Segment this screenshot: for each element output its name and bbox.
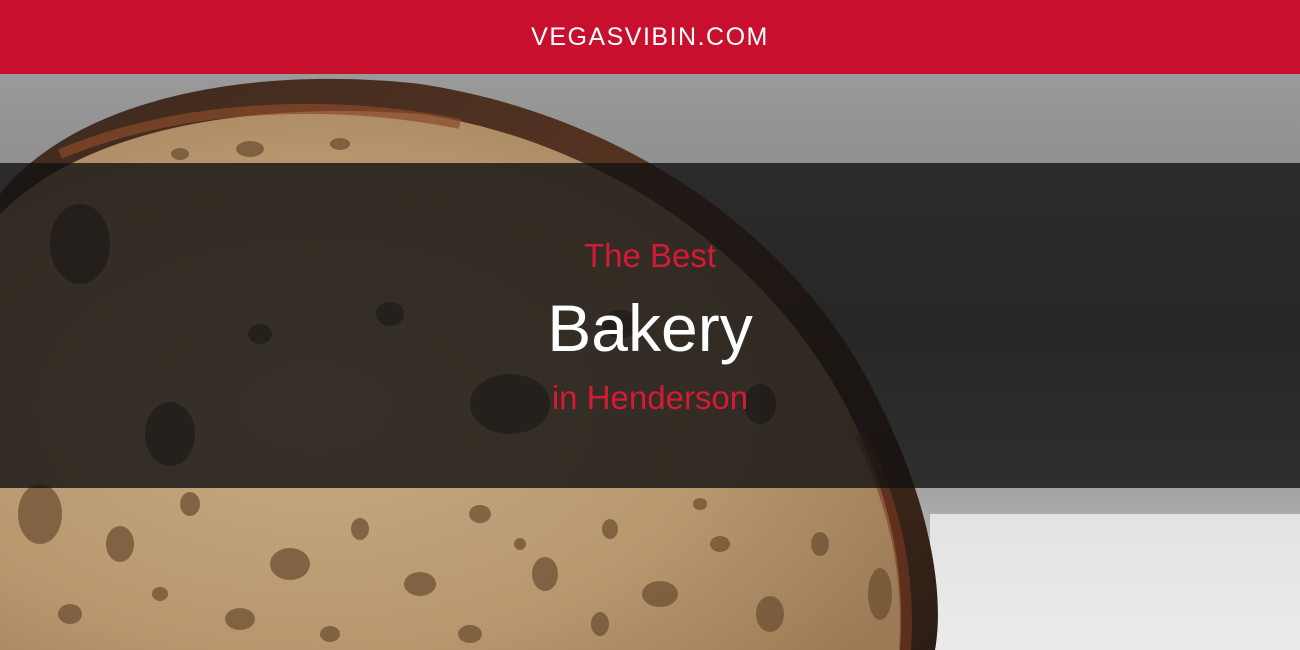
title-topic: Bakery [547,291,753,365]
title-prefix: The Best [583,237,717,274]
site-name[interactable]: VEGASVIBIN.COM [531,23,769,52]
site-header: VEGASVIBIN.COM [0,0,1300,74]
banner: VEGASVIBIN.COM The Best Bakery in Hender… [0,0,1300,650]
title-location: in Henderson [551,379,749,416]
